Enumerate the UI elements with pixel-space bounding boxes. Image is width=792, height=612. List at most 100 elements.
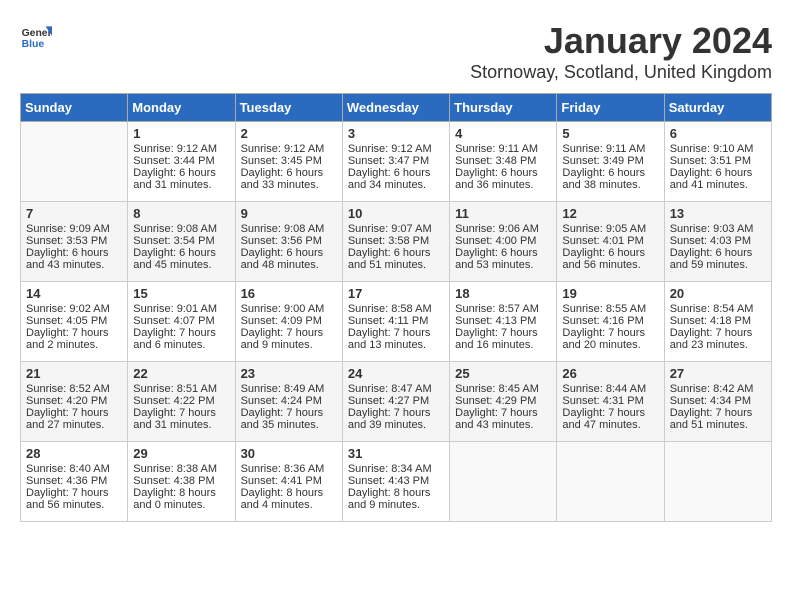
day-number: 28	[26, 446, 122, 461]
calendar-cell: 1Sunrise: 9:12 AMSunset: 3:44 PMDaylight…	[128, 122, 235, 202]
calendar-cell: 7Sunrise: 9:09 AMSunset: 3:53 PMDaylight…	[21, 202, 128, 282]
sunrise-text: Sunrise: 9:05 AM	[562, 223, 658, 235]
calendar-cell: 22Sunrise: 8:51 AMSunset: 4:22 PMDayligh…	[128, 362, 235, 442]
month-title: January 2024	[470, 20, 772, 62]
logo-icon: General Blue	[20, 20, 52, 52]
daylight-text: Daylight: 8 hours and 4 minutes.	[241, 487, 337, 511]
day-number: 27	[670, 366, 766, 381]
sunset-text: Sunset: 3:51 PM	[670, 155, 766, 167]
day-number: 29	[133, 446, 229, 461]
calendar-week-row: 28Sunrise: 8:40 AMSunset: 4:36 PMDayligh…	[21, 442, 772, 522]
daylight-text: Daylight: 7 hours and 2 minutes.	[26, 327, 122, 351]
calendar-cell	[557, 442, 664, 522]
svg-text:General: General	[22, 28, 52, 39]
sunrise-text: Sunrise: 8:38 AM	[133, 463, 229, 475]
sunrise-text: Sunrise: 8:36 AM	[241, 463, 337, 475]
sunrise-text: Sunrise: 8:49 AM	[241, 383, 337, 395]
sunset-text: Sunset: 4:13 PM	[455, 315, 551, 327]
daylight-text: Daylight: 7 hours and 20 minutes.	[562, 327, 658, 351]
daylight-text: Daylight: 7 hours and 39 minutes.	[348, 407, 444, 431]
calendar-cell: 31Sunrise: 8:34 AMSunset: 4:43 PMDayligh…	[342, 442, 449, 522]
sunrise-text: Sunrise: 9:09 AM	[26, 223, 122, 235]
daylight-text: Daylight: 7 hours and 56 minutes.	[26, 487, 122, 511]
sunset-text: Sunset: 4:01 PM	[562, 235, 658, 247]
sunrise-text: Sunrise: 8:42 AM	[670, 383, 766, 395]
calendar-cell: 18 Sunrise: 8:57 AMSunset: 4:13 PMDayligh…	[450, 282, 557, 362]
day-number: 30	[241, 446, 337, 461]
sunrise-text: Sunrise: 9:10 AM	[670, 143, 766, 155]
calendar-cell: 27Sunrise: 8:42 AMSunset: 4:34 PMDayligh…	[664, 362, 771, 442]
sunset-text: Sunset: 3:54 PM	[133, 235, 229, 247]
calendar-cell: 4Sunrise: 9:11 AMSunset: 3:48 PMDaylight…	[450, 122, 557, 202]
daylight-text: Daylight: 7 hours and 51 minutes.	[670, 407, 766, 431]
sunrise-text: Sunrise: 9:02 AM	[26, 303, 122, 315]
daylight-text: Daylight: 8 hours and 9 minutes.	[348, 487, 444, 511]
weekday-header-monday: Monday	[128, 94, 235, 122]
sunset-text: Sunset: 4:20 PM	[26, 395, 122, 407]
sunrise-text: Sunrise: 8:58 AM	[348, 303, 444, 315]
day-number: 4	[455, 126, 551, 141]
calendar-week-row: 1Sunrise: 9:12 AMSunset: 3:44 PMDaylight…	[21, 122, 772, 202]
day-number: 7	[26, 206, 122, 221]
daylight-text: Daylight: 7 hours and 31 minutes.	[133, 407, 229, 431]
day-number: 20	[670, 286, 766, 301]
calendar-cell: 16Sunrise: 9:00 AMSunset: 4:09 PMDayligh…	[235, 282, 342, 362]
daylight-text: Daylight: 6 hours and 45 minutes.	[133, 247, 229, 271]
calendar-cell: 9Sunrise: 9:08 AMSunset: 3:56 PMDaylight…	[235, 202, 342, 282]
sunset-text: Sunset: 4:05 PM	[26, 315, 122, 327]
daylight-text: Daylight: 6 hours and 59 minutes.	[670, 247, 766, 271]
day-number: 11	[455, 206, 551, 221]
sunrise-text: Sunrise: 8:44 AM	[562, 383, 658, 395]
sunrise-text: Sunrise: 8:45 AM	[455, 383, 551, 395]
calendar-cell: 5Sunrise: 9:11 AMSunset: 3:49 PMDaylight…	[557, 122, 664, 202]
day-number: 17	[348, 286, 444, 301]
sunrise-text: Sunrise: 8:47 AM	[348, 383, 444, 395]
sunset-text: Sunset: 4:09 PM	[241, 315, 337, 327]
calendar-cell: 12Sunrise: 9:05 AMSunset: 4:01 PMDayligh…	[557, 202, 664, 282]
day-number: 26	[562, 366, 658, 381]
sunrise-text: Sunrise: 9:00 AM	[241, 303, 337, 315]
calendar-cell: 29Sunrise: 8:38 AMSunset: 4:38 PMDayligh…	[128, 442, 235, 522]
daylight-text: Daylight: 7 hours and 35 minutes.	[241, 407, 337, 431]
day-number: 19	[562, 286, 658, 301]
sunrise-text: Sunrise: 8:40 AM	[26, 463, 122, 475]
daylight-text: Daylight: 6 hours and 56 minutes.	[562, 247, 658, 271]
daylight-text: Daylight: 6 hours and 48 minutes.	[241, 247, 337, 271]
sunset-text: Sunset: 4:31 PM	[562, 395, 658, 407]
sunset-text: Sunset: 3:58 PM	[348, 235, 444, 247]
day-number: 18	[455, 286, 551, 301]
day-number: 5	[562, 126, 658, 141]
calendar-cell: 10Sunrise: 9:07 AMSunset: 3:58 PMDayligh…	[342, 202, 449, 282]
day-number: 8	[133, 206, 229, 221]
calendar-cell: 25Sunrise: 8:45 AMSunset: 4:29 PMDayligh…	[450, 362, 557, 442]
day-number: 1	[133, 126, 229, 141]
sunset-text: Sunset: 3:56 PM	[241, 235, 337, 247]
day-number: 3	[348, 126, 444, 141]
daylight-text: Daylight: 6 hours and 34 minutes.	[348, 167, 444, 191]
sunset-text: Sunset: 3:44 PM	[133, 155, 229, 167]
sunrise-text: Sunrise: 9:08 AM	[241, 223, 337, 235]
weekday-header-saturday: Saturday	[664, 94, 771, 122]
daylight-text: Daylight: 7 hours and 23 minutes.	[670, 327, 766, 351]
logo: General Blue	[20, 20, 52, 52]
day-number: 24	[348, 366, 444, 381]
calendar-cell: 24Sunrise: 8:47 AMSunset: 4:27 PMDayligh…	[342, 362, 449, 442]
daylight-text: Daylight: 7 hours and 6 minutes.	[133, 327, 229, 351]
svg-text:Blue: Blue	[22, 39, 45, 50]
sunrise-text: Sunrise: 8:57 AM	[455, 303, 551, 315]
page-header: General Blue January 2024 Stornoway, Sco…	[20, 20, 772, 83]
daylight-text: Daylight: 6 hours and 51 minutes.	[348, 247, 444, 271]
calendar-cell	[21, 122, 128, 202]
calendar-cell	[450, 442, 557, 522]
weekday-header-friday: Friday	[557, 94, 664, 122]
day-number: 23	[241, 366, 337, 381]
daylight-text: Daylight: 7 hours and 16 minutes.	[455, 327, 551, 351]
day-number: 6	[670, 126, 766, 141]
sunset-text: Sunset: 4:07 PM	[133, 315, 229, 327]
sunrise-text: Sunrise: 9:07 AM	[348, 223, 444, 235]
daylight-text: Daylight: 6 hours and 41 minutes.	[670, 167, 766, 191]
sunset-text: Sunset: 4:24 PM	[241, 395, 337, 407]
calendar-cell: 6 Sunrise: 9:10 AMSunset: 3:51 PMDaylight…	[664, 122, 771, 202]
calendar-cell: 21Sunrise: 8:52 AMSunset: 4:20 PMDayligh…	[21, 362, 128, 442]
sunrise-text: Sunrise: 8:34 AM	[348, 463, 444, 475]
